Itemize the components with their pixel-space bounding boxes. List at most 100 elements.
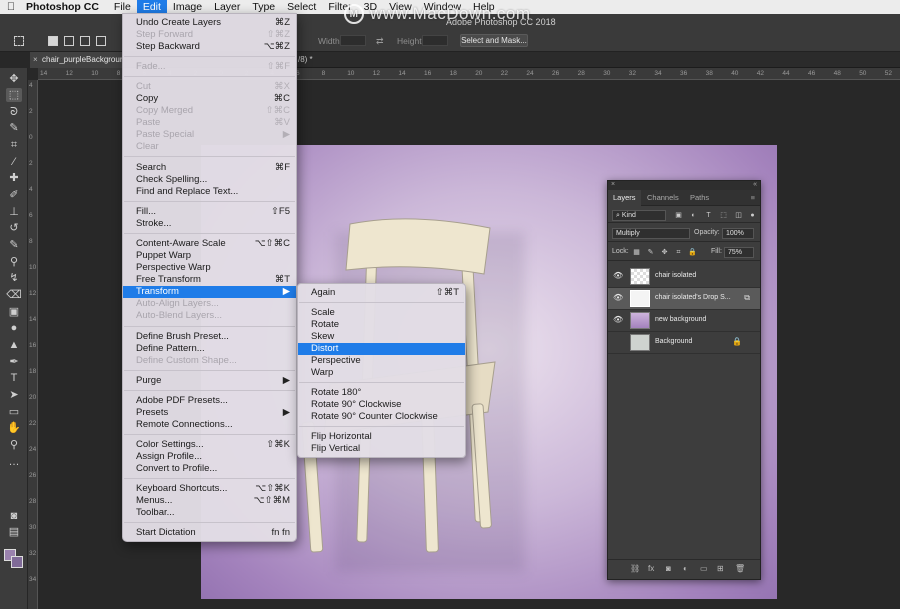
filter-kind-dropdown[interactable]: ⌕ Kind: [612, 210, 666, 221]
gradient-tool-icon[interactable]: ▣: [6, 305, 22, 319]
menu-item-purge[interactable]: Purge ▶: [123, 375, 296, 387]
zoom-tool-icon[interactable]: ⚲: [6, 438, 22, 452]
stamp-tool-icon[interactable]: ⊥: [6, 205, 22, 219]
visibility-eye-icon[interactable]: 👁: [613, 293, 623, 302]
add-mask-icon[interactable]: ◙: [666, 564, 671, 573]
type-tool-icon[interactable]: T: [6, 371, 22, 385]
intersect-selection-icon[interactable]: [96, 36, 106, 46]
healing-brush-tool-icon[interactable]: ✚: [6, 171, 22, 185]
menu-item-perspective-warp[interactable]: Perspective Warp: [123, 262, 296, 274]
eyedropper-tool-icon[interactable]: ⁄: [6, 155, 22, 169]
add-selection-icon[interactable]: [64, 36, 74, 46]
marquee-tool-icon[interactable]: ⬚: [6, 88, 22, 102]
background-color-swatch[interactable]: [11, 556, 23, 568]
layer-row-selected[interactable]: 👁 chair isolated's Drop S... ⧉: [608, 288, 760, 310]
adjustment-layer-icon[interactable]: ◐: [683, 564, 688, 573]
submenu-item-again[interactable]: Again ⇧⌘T: [298, 287, 465, 299]
blur-tool-icon[interactable]: ●: [6, 321, 22, 335]
submenu-item-rotate-90-counter-clockwise[interactable]: Rotate 90° Counter Clockwise: [298, 411, 465, 423]
app-menu[interactable]: Photoshop CC: [22, 1, 108, 13]
menu-item-free-transform[interactable]: Free Transform ⌘T: [123, 274, 296, 286]
layer-style-fx-icon[interactable]: fx: [648, 564, 654, 573]
menu-item-start-dictation[interactable]: Start Dictation fn fn: [123, 527, 296, 539]
shape-tool-icon[interactable]: ▭: [6, 405, 22, 419]
lasso-tool-icon[interactable]: ᘐ: [6, 105, 22, 119]
menu-item-presets[interactable]: Presets ▶: [123, 407, 296, 419]
submenu-item-flip-horizontal[interactable]: Flip Horizontal: [298, 431, 465, 443]
lock-transparent-icon[interactable]: ▦: [632, 248, 641, 257]
close-panel-icon[interactable]: ×: [611, 181, 615, 188]
type-filter-icon[interactable]: T: [704, 211, 713, 220]
submenu-item-perspective[interactable]: Perspective: [298, 355, 465, 367]
layer-row[interactable]: 👁 chair isolated: [608, 266, 760, 288]
stamp-tool-icon[interactable]: ⚲: [6, 255, 22, 269]
new-layer-icon[interactable]: ⊞: [717, 564, 724, 573]
lock-artboard-icon[interactable]: ⌗: [674, 248, 683, 257]
menu-item-fill[interactable]: Fill... ⇧F5: [123, 206, 296, 218]
pen-tool-icon[interactable]: ✒: [6, 355, 22, 369]
tab-channels[interactable]: Channels: [642, 190, 684, 206]
submenu-item-warp[interactable]: Warp: [298, 367, 465, 379]
submenu-item-rotate[interactable]: Rotate: [298, 319, 465, 331]
quick-mask-icon[interactable]: ◙: [6, 509, 22, 523]
menu-item-check-spelling[interactable]: Check Spelling...: [123, 174, 296, 186]
blend-mode-dropdown[interactable]: Multiply: [612, 228, 690, 239]
menu-item-find-and-replace-text[interactable]: Find and Replace Text...: [123, 186, 296, 198]
collapse-panel-icon[interactable]: «: [753, 181, 757, 188]
brush-tool-icon[interactable]: ✐: [6, 188, 22, 202]
submenu-item-rotate-90-clockwise[interactable]: Rotate 90° Clockwise: [298, 399, 465, 411]
brush-tool-icon[interactable]: ✎: [6, 238, 22, 252]
menu-item-define-pattern[interactable]: Define Pattern...: [123, 343, 296, 355]
menu-item-color-settings[interactable]: Color Settings... ⇧⌘K: [123, 439, 296, 451]
hand-tool-icon[interactable]: ✋: [6, 421, 22, 435]
visibility-eye-icon[interactable]: 👁: [613, 271, 623, 280]
panel-menu-icon[interactable]: ≡: [746, 190, 760, 206]
layer-style-icon[interactable]: ⧉: [744, 293, 750, 303]
submenu-item-distort[interactable]: Distort: [298, 343, 465, 355]
smart-object-filter-icon[interactable]: ◫: [734, 211, 743, 220]
menu-item-remote-connections[interactable]: Remote Connections...: [123, 419, 296, 431]
menu-item-copy[interactable]: Copy ⌘C: [123, 93, 296, 105]
menu-select[interactable]: Select: [281, 0, 322, 14]
select-and-mask-button[interactable]: Select and Mask...: [460, 34, 528, 47]
tab-paths[interactable]: Paths: [685, 190, 714, 206]
filter-toggle-icon[interactable]: ●: [748, 211, 757, 220]
history-brush-tool-icon[interactable]: ↯: [6, 271, 22, 285]
height-field[interactable]: [422, 35, 448, 46]
layer-row[interactable]: Background 🔒: [608, 332, 760, 354]
submenu-item-scale[interactable]: Scale: [298, 307, 465, 319]
menu-item-keyboard-shortcuts[interactable]: Keyboard Shortcuts... ⌥⇧⌘K: [123, 483, 296, 495]
fill-field[interactable]: 75%: [724, 247, 754, 258]
menu-item-define-brush-preset[interactable]: Define Brush Preset...: [123, 331, 296, 343]
subtract-selection-icon[interactable]: [80, 36, 90, 46]
menu-layer[interactable]: Layer: [208, 0, 246, 14]
menu-item-undo-create-layers[interactable]: Undo Create Layers ⌘Z: [123, 17, 296, 29]
menu-type[interactable]: Type: [246, 0, 281, 14]
menu-image[interactable]: Image: [167, 0, 208, 14]
new-selection-icon[interactable]: [48, 36, 58, 46]
menu-item-search[interactable]: Search ⌘F: [123, 162, 296, 174]
quick-select-tool-icon[interactable]: ✎: [6, 121, 22, 135]
document-tab[interactable]: × chair_purpleBackground: [30, 52, 122, 68]
submenu-item-skew[interactable]: Skew: [298, 331, 465, 343]
marquee-tool-icon[interactable]: [14, 36, 24, 46]
image-filter-icon[interactable]: ▣: [674, 211, 683, 220]
menu-item-content-aware-scale[interactable]: Content-Aware Scale ⌥⇧⌘C: [123, 238, 296, 250]
lock-position-icon[interactable]: ✥: [660, 248, 669, 257]
path-select-tool-icon[interactable]: ➤: [6, 388, 22, 402]
submenu-item-rotate-180[interactable]: Rotate 180°: [298, 387, 465, 399]
width-field[interactable]: [340, 35, 366, 46]
menu-item-menus[interactable]: Menus... ⌥⇧⌘M: [123, 495, 296, 507]
eraser-tool-icon[interactable]: ⌫: [6, 288, 22, 302]
history-brush-tool-icon[interactable]: ↺: [6, 221, 22, 235]
visibility-eye-icon[interactable]: 👁: [613, 315, 623, 324]
opacity-field[interactable]: 100%: [722, 228, 754, 239]
menu-edit[interactable]: Edit: [136, 0, 167, 14]
menu-item-puppet-warp[interactable]: Puppet Warp: [123, 250, 296, 262]
menu-item-toolbar[interactable]: Toolbar...: [123, 507, 296, 519]
menu-item-convert-to-profile[interactable]: Convert to Profile...: [123, 463, 296, 475]
menu-file[interactable]: File: [108, 0, 137, 14]
delete-layer-icon[interactable]: 🗑: [735, 564, 745, 573]
apple-menu-icon[interactable]: : [0, 1, 22, 13]
dodge-tool-icon[interactable]: ▲: [6, 338, 22, 352]
